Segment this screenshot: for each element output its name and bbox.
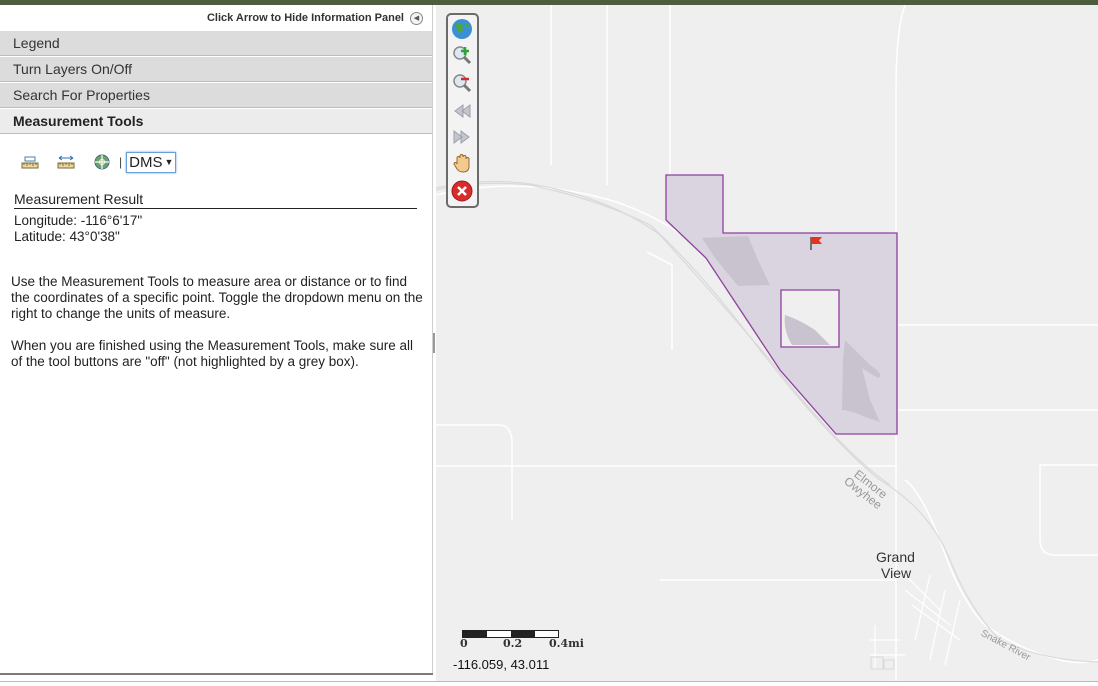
panel-bottom-border (0, 673, 433, 675)
pan-button[interactable] (450, 151, 474, 175)
clear-button[interactable] (450, 179, 474, 203)
accordion-search[interactable]: Search For Properties (0, 82, 432, 108)
accordion-layers[interactable]: Turn Layers On/Off (0, 56, 432, 82)
information-panel: Click Arrow to Hide Information Panel ◀ … (0, 5, 433, 675)
map-canvas[interactable]: Elmore Owyhee Grand View Snake River (436, 5, 1098, 681)
basemap (436, 5, 1098, 681)
hide-panel-row: Click Arrow to Hide Information Panel ◀ (0, 5, 432, 30)
zoom-out-icon (453, 74, 472, 93)
accordion-legend[interactable]: Legend (0, 30, 432, 56)
navigation-toolbar (446, 13, 479, 208)
location-tool-button[interactable] (91, 151, 113, 173)
measurement-toolbar: | DMS ▼ (19, 151, 177, 173)
measurement-coordinates: Longitude: -116°6'17" Latitude: 43°0'38" (14, 213, 142, 245)
chevron-down-icon: ▼ (164, 156, 174, 167)
accordion-measurement[interactable]: Measurement Tools (0, 108, 432, 134)
close-icon (451, 180, 473, 202)
zoom-out-button[interactable] (450, 71, 474, 95)
hide-panel-text: Click Arrow to Hide Information Panel (206, 12, 404, 24)
instructions-paragraph-2: When you are finished using the Measurem… (11, 338, 413, 369)
area-ruler-icon (21, 156, 39, 169)
location-globe-icon (94, 154, 110, 170)
longitude-value: Longitude: -116°6'17" (14, 213, 143, 228)
previous-extent-button[interactable] (450, 99, 474, 123)
scale-label-1: 0.2 (503, 637, 523, 650)
next-extent-icon (453, 130, 470, 144)
units-selected: DMS (129, 153, 163, 171)
bottom-border (0, 681, 1098, 686)
globe-icon (452, 19, 472, 39)
measurement-result-title: Measurement Result (14, 191, 417, 209)
pan-hand-icon (453, 153, 470, 173)
map-label-town-2: View (881, 565, 912, 581)
scale-label-2: 0.4mi (549, 637, 584, 650)
hide-panel-arrow-icon[interactable]: ◀ (410, 12, 423, 25)
measurement-instructions: Use the Measurement Tools to measure are… (11, 274, 423, 386)
toolbar-separator: | (119, 155, 123, 169)
distance-ruler-icon (57, 155, 75, 169)
previous-extent-icon (454, 104, 471, 118)
next-extent-button[interactable] (450, 125, 474, 149)
zoom-in-icon (453, 46, 472, 65)
instructions-paragraph-1: Use the Measurement Tools to measure are… (11, 274, 423, 321)
mouse-coordinates: -116.059, 43.011 (453, 657, 550, 672)
scale-label-0: 0 (460, 637, 468, 650)
zoom-in-button[interactable] (450, 43, 474, 67)
latitude-value: Latitude: 43°0'38" (14, 229, 120, 244)
area-tool-button[interactable] (19, 151, 41, 173)
panel-splitter-handle[interactable] (433, 333, 435, 353)
full-extent-button[interactable] (450, 17, 474, 41)
distance-tool-button[interactable] (55, 151, 77, 173)
units-dropdown[interactable]: DMS ▼ (126, 151, 177, 173)
map-label-town-1: Grand (876, 549, 915, 565)
